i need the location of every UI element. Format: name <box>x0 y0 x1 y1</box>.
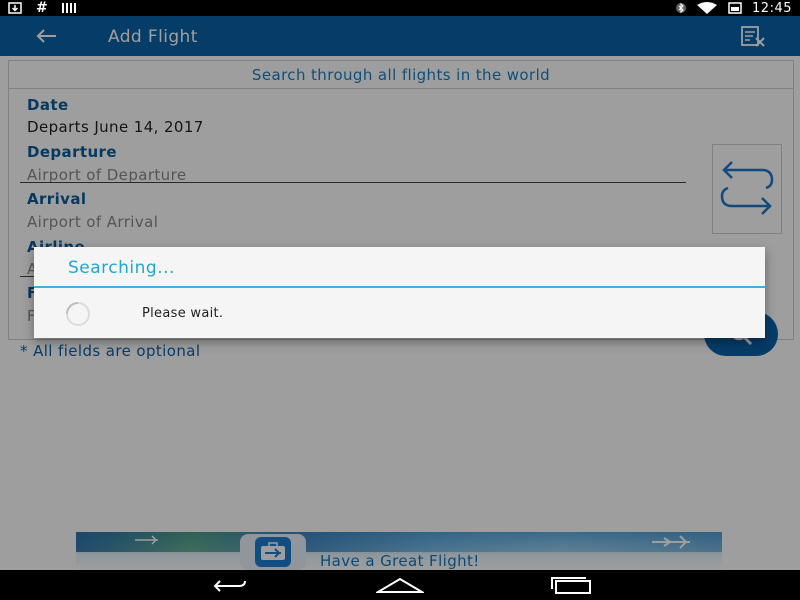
recents-nav-icon <box>551 577 591 594</box>
nav-back-button[interactable] <box>206 574 252 596</box>
hash-icon: # <box>36 0 48 16</box>
download-icon <box>8 2 22 14</box>
back-nav-icon <box>213 580 246 592</box>
barcode-icon <box>61 3 76 13</box>
status-right: 12:45 <box>676 0 792 16</box>
nav-recents-button[interactable] <box>548 574 596 596</box>
status-left: # <box>8 0 78 16</box>
dialog-message: Please wait. <box>142 306 224 321</box>
battery-icon <box>728 2 742 14</box>
nav-home-button[interactable] <box>376 574 424 596</box>
status-time: 12:45 <box>752 0 792 16</box>
bluetooth-icon <box>676 2 687 14</box>
status-bar: # 12:45 <box>0 0 800 16</box>
dialog-divider <box>34 286 765 288</box>
dialog-title: Searching... <box>68 258 175 278</box>
home-nav-icon <box>376 577 424 593</box>
loading-spinner-icon <box>66 302 90 326</box>
wifi-icon <box>697 2 718 14</box>
